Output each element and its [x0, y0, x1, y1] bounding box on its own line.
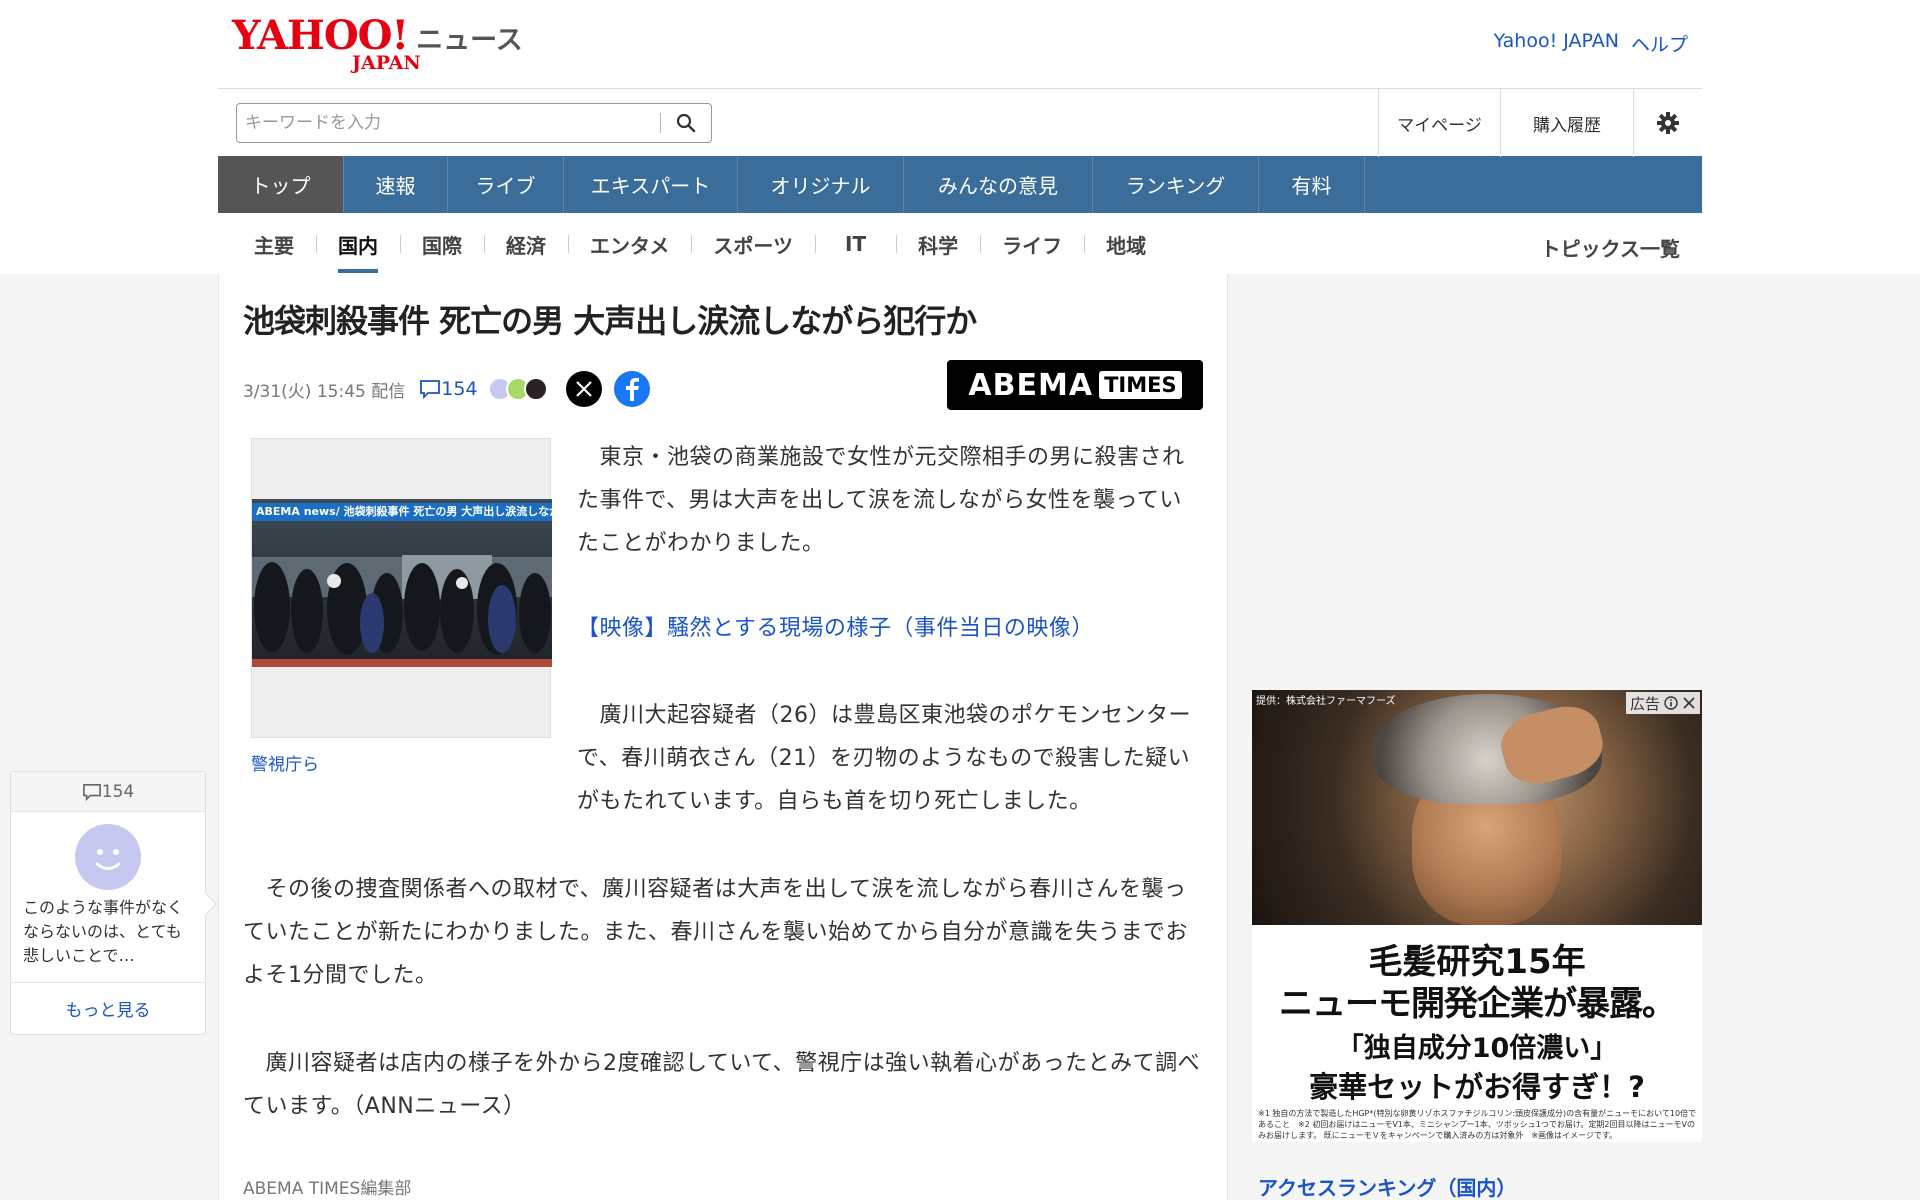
settings-button[interactable]: [1633, 89, 1702, 157]
search-box: [236, 103, 712, 143]
article-paragraph: 廣川大起容疑者（26）は豊島区東池袋のポケモンセンターで、春川萌衣さん（21）を…: [577, 703, 1191, 814]
search-icon: [676, 113, 696, 133]
comment-icon: [420, 380, 441, 399]
article-paragraph: 東京・池袋の商業施設で女性が元交際相手の男に殺害された事件で、男は大声を出して涙…: [577, 445, 1185, 556]
ad-label[interactable]: 広告: [1625, 692, 1700, 714]
article: 池袋刺殺事件 死亡の男 大声出し涙流しながら犯行か 3/31(火) 15:45 …: [218, 274, 1228, 1200]
article-meta: 3/31(火) 15:45 配信 154: [243, 371, 650, 407]
utility-links: マイページ 購入履歴: [1378, 89, 1702, 157]
category-main[interactable]: 主要: [232, 213, 316, 275]
publish-date: 3/31(火) 15:45 配信: [243, 381, 406, 402]
nav-paid[interactable]: 有料: [1259, 156, 1365, 213]
help-link[interactable]: ヘルプ: [1631, 30, 1688, 57]
video-link[interactable]: 【映像】騒然とする現場の様子（事件当日の映像）: [577, 610, 1094, 642]
facebook-logo-icon: [625, 378, 639, 401]
commenter-avatars: [484, 377, 548, 401]
category-sports[interactable]: スポーツ: [691, 213, 815, 275]
category-domestic[interactable]: 国内: [316, 213, 400, 275]
ad-headline-2: ニューモ開発企業が暴露。: [1279, 984, 1676, 1024]
ad-headline-4: 豪華セットがお得すぎ！?: [1309, 1070, 1645, 1104]
ad-label-text: 広告: [1629, 694, 1660, 713]
comment-widget-count[interactable]: 154: [11, 772, 205, 812]
purchase-history-link[interactable]: 購入履歴: [1500, 89, 1633, 157]
ad-image: [1252, 690, 1702, 925]
nav-expert[interactable]: エキスパート: [564, 156, 738, 213]
yahoo-japan-link[interactable]: Yahoo! JAPAN: [1494, 30, 1619, 57]
x-logo-icon: [575, 381, 592, 397]
article-paragraph: 廣川容疑者は店内の様子を外から2度確認していて、警視庁は強い執着心があったとみて…: [243, 1051, 1201, 1119]
close-icon: [1683, 697, 1695, 709]
photo-banner-text: ABEMA news/ 池袋刺殺事件 死亡の男 大声出し涙流しながら犯行か: [252, 503, 552, 521]
publisher-logo[interactable]: ABEMA TIMES: [947, 360, 1203, 410]
mypage-link[interactable]: マイページ: [1378, 89, 1500, 157]
article-paragraph: その後の捜査関係者への取材で、廣川容疑者は大声を出して涙を流しながら春川さんを襲…: [243, 877, 1189, 988]
photo-caption[interactable]: 警視庁ら: [251, 750, 319, 775]
access-ranking-title[interactable]: アクセスランキング（国内）: [1258, 1172, 1516, 1200]
comment-icon: [82, 783, 101, 801]
category-world[interactable]: 国際: [400, 213, 484, 275]
article-photo-image: ABEMA news/ 池袋刺殺事件 死亡の男 大声出し涙流しながら犯行か: [252, 499, 552, 667]
share-facebook-button[interactable]: [613, 371, 650, 407]
advertisement[interactable]: 提供：株式会社ファーマフーズ 広告 毛髪研究15年 ニューモ開発企業が暴露。 「…: [1252, 690, 1702, 1142]
crowd-illustration: [252, 555, 552, 667]
nav-top[interactable]: トップ: [218, 156, 344, 213]
ad-footnote: ※1 独自の方法で製造したHGP*(特別な卵黄リゾホスファチジルコリン:頭皮保護…: [1258, 1109, 1697, 1140]
comment-widget: 154 このような事件がなくならないのは、とても悲しいことで… もっと見る: [10, 771, 218, 1035]
search-row: マイページ 購入履歴: [218, 88, 1702, 157]
publisher-logo-main: ABEMA: [968, 367, 1094, 403]
nav-breaking[interactable]: 速報: [344, 156, 448, 213]
share-x-button[interactable]: [565, 371, 602, 407]
gear-icon: [1657, 112, 1679, 134]
category-life[interactable]: ライフ: [980, 213, 1084, 275]
article-headline: 池袋刺殺事件 死亡の男 大声出し涙流しながら犯行か: [243, 302, 977, 340]
nav-opinions[interactable]: みんなの意見: [904, 156, 1093, 213]
service-name: ニュース: [416, 25, 523, 56]
yahoo-news-logo[interactable]: YAHOO! JAPAN ニュース: [232, 14, 523, 75]
smiley-icon: [95, 849, 121, 870]
category-entertainment[interactable]: エンタメ: [568, 213, 691, 275]
comment-widget-count-value: 154: [101, 781, 135, 802]
article-photo[interactable]: ABEMA news/ 池袋刺殺事件 死亡の男 大声出し涙流しながら犯行か: [251, 438, 552, 738]
comment-bubble-arrow: [194, 892, 218, 916]
publisher-logo-badge: TIMES: [1099, 371, 1182, 399]
search-input[interactable]: [237, 106, 660, 140]
nav-ranking[interactable]: ランキング: [1093, 156, 1259, 213]
nav-original[interactable]: オリジナル: [738, 156, 904, 213]
logo-sub: JAPAN: [352, 52, 421, 74]
nav-live[interactable]: ライブ: [448, 156, 564, 213]
ad-provider: 提供：株式会社ファーマフーズ: [1256, 696, 1396, 707]
avatar: [523, 377, 548, 401]
info-icon: [1664, 696, 1678, 710]
search-button[interactable]: [661, 104, 711, 142]
comment-preview[interactable]: このような事件がなくならないのは、とても悲しいことで…: [23, 896, 195, 968]
category-nav: 主要 国内 国際 経済 エンタメ スポーツ IT 科学 ライフ 地域 トピックス…: [218, 213, 1702, 275]
category-local[interactable]: 地域: [1084, 213, 1168, 275]
page-header: YAHOO! JAPAN ニュース Yahoo! JAPAN ヘルプ マイページ…: [218, 0, 1702, 275]
ad-headline-3: 「独自成分10倍濃い」: [1336, 1033, 1618, 1064]
comment-more-link[interactable]: もっと見る: [11, 982, 205, 1034]
commenter-avatar: [75, 824, 141, 890]
article-byline: ABEMA TIMES編集部: [243, 1179, 412, 1199]
category-it[interactable]: IT: [815, 213, 896, 275]
top-links: Yahoo! JAPAN ヘルプ: [1494, 30, 1688, 57]
topics-list-link[interactable]: トピックス一覧: [1541, 233, 1680, 262]
category-science[interactable]: 科学: [896, 213, 980, 275]
comment-count-link[interactable]: 154: [419, 378, 478, 400]
logo-row: YAHOO! JAPAN ニュース Yahoo! JAPAN ヘルプ: [218, 0, 1702, 88]
main-nav: トップ 速報 ライブ エキスパート オリジナル みんなの意見 ランキング 有料: [218, 156, 1702, 213]
category-economy[interactable]: 経済: [484, 213, 568, 275]
comment-count: 154: [441, 378, 478, 400]
